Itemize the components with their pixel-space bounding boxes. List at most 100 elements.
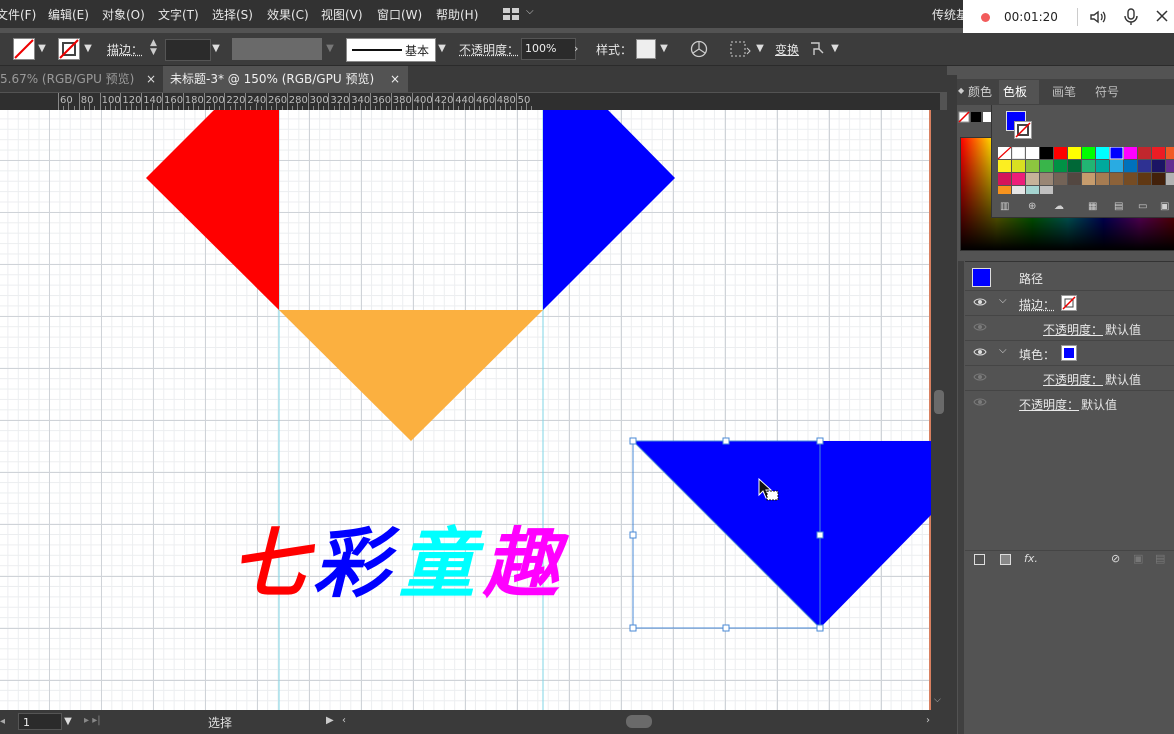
stroke-opacity-label[interactable]: 不透明度： (1043, 321, 1103, 338)
eye-icon[interactable] (973, 297, 987, 307)
dock-collapse-strip[interactable] (947, 75, 957, 734)
recolor-artwork-icon[interactable] (690, 40, 708, 61)
graphic-style-swatch[interactable] (636, 39, 656, 59)
panel-scrollbar[interactable] (958, 261, 964, 734)
stroke-row-label[interactable]: 描边： (1019, 296, 1055, 313)
menu-object[interactable]: 对象(O) (102, 6, 145, 23)
vertical-scrollbar[interactable]: ⌵ (931, 110, 947, 710)
fill-row-label[interactable]: 填色： (1019, 346, 1055, 363)
red-triangle-shape[interactable] (146, 110, 279, 310)
play-icon[interactable]: ▶ (326, 715, 334, 726)
chevron-right-icon[interactable]: › (926, 715, 930, 726)
menu-effect[interactable]: 效果(C) (267, 6, 309, 23)
selection-handle[interactable] (816, 531, 824, 539)
chevron-right-icon[interactable]: › (574, 39, 588, 59)
blue-triangle-shape[interactable] (543, 110, 675, 310)
fill-swatch[interactable] (1061, 345, 1077, 361)
selection-handle[interactable] (722, 437, 730, 445)
new-swatch-icon[interactable]: ▣ (1160, 201, 1169, 212)
selection-handle[interactable] (816, 437, 824, 445)
selected-blue-shape[interactable] (633, 441, 931, 628)
chevron-down-icon[interactable]: ▼ (210, 41, 222, 57)
opacity-input[interactable]: 100% (521, 38, 576, 60)
menu-select[interactable]: 选择(S) (212, 6, 253, 23)
swatch-grid[interactable] (997, 146, 1174, 199)
artwork-layer[interactable] (0, 110, 931, 710)
tab-document-2[interactable]: 未标题-3* @ 150% (RGB/GPU 预览) × (163, 66, 408, 92)
artboard-canvas[interactable]: 七 彩 童 趣 (0, 110, 931, 710)
new-color-group-icon[interactable]: ▭ (1138, 201, 1147, 212)
chevron-left-icon[interactable]: ◂ (0, 716, 5, 727)
add-stroke-icon[interactable] (974, 554, 985, 565)
chevron-left-icon[interactable]: ‹ (342, 715, 346, 726)
speaker-icon[interactable] (1089, 8, 1107, 29)
stroke-label[interactable]: 描边： (107, 41, 143, 58)
selection-handle[interactable] (629, 531, 637, 539)
swatch-kind-icon[interactable]: ⊕ (1028, 201, 1036, 212)
appearance-row-stroke[interactable]: ⌵ 描边： (965, 290, 1174, 315)
delete-item-icon[interactable]: ▤ (1155, 552, 1165, 565)
eye-icon[interactable] (973, 372, 987, 382)
chevron-down-icon[interactable]: ▼ (82, 41, 94, 57)
fill-none-swatch[interactable] (13, 38, 35, 60)
puppet-warp-icon[interactable] (808, 40, 826, 61)
scrollbar-thumb[interactable] (934, 390, 944, 414)
appearance-row-fill[interactable]: ⌵ 填色： (965, 340, 1174, 365)
next-artboard-icon[interactable]: ▸ ▸| (84, 715, 101, 726)
microphone-icon[interactable] (1123, 7, 1139, 30)
chevron-down-icon[interactable]: ⌵ (526, 6, 534, 17)
chevron-down-icon[interactable]: ▼ (324, 41, 336, 57)
chevron-down-icon[interactable]: ⌵ (999, 345, 1007, 356)
fx-icon[interactable]: fx. (1024, 552, 1038, 565)
workspace-grid-icon[interactable] (503, 8, 519, 20)
appearance-row-stroke-opacity[interactable]: 不透明度： 默认值 (965, 315, 1174, 340)
tab-swatches[interactable]: 色板 (999, 80, 1039, 104)
chevron-down-icon[interactable]: ▼ (436, 41, 448, 57)
clear-appearance-icon[interactable]: ⊘ (1111, 552, 1120, 565)
eye-icon[interactable] (973, 322, 987, 332)
brush-stroke-definition[interactable]: 基本 (346, 38, 436, 62)
swatch-libraries-icon[interactable]: ▥ (1000, 201, 1009, 212)
stroke-swatch[interactable] (58, 38, 80, 60)
tab-brushes[interactable]: 画笔 (1052, 80, 1076, 104)
eye-icon[interactable] (973, 347, 987, 357)
selection-handle[interactable] (629, 624, 637, 632)
menu-view[interactable]: 视图(V) (321, 6, 363, 23)
menu-type[interactable]: 文字(T) (158, 6, 199, 23)
duplicate-item-icon[interactable]: ▣ (1133, 552, 1143, 565)
art-text-qicai-tongqu[interactable]: 七 彩 童 趣 (231, 502, 571, 608)
collapse-icon[interactable]: ◆ (958, 86, 964, 95)
chevron-down-icon[interactable]: ▼ (754, 41, 766, 57)
menu-help[interactable]: 帮助(H) (436, 6, 478, 23)
selection-handle[interactable] (816, 624, 824, 632)
stroke-weight-stepper-icon[interactable]: ▲ ▼ (150, 39, 157, 57)
tab-document-1[interactable]: 5.67% (RGB/GPU 预览) × (0, 66, 163, 92)
opacity-label[interactable]: 不透明度： (459, 41, 519, 58)
appearance-row-opacity[interactable]: 不透明度： 默认值 (965, 390, 1174, 415)
stroke-weight-input[interactable] (165, 39, 211, 61)
chevron-down-icon[interactable]: ▼ (62, 714, 74, 730)
chevron-down-icon[interactable]: ⌵ (934, 695, 941, 705)
close-icon[interactable]: × (390, 66, 400, 92)
orange-triangle-shape[interactable] (279, 310, 543, 441)
grid-view-icon[interactable]: ▦ (1088, 201, 1097, 212)
current-stroke-swatch[interactable] (1014, 121, 1032, 139)
horizontal-scrollbar-thumb[interactable] (626, 715, 652, 728)
appearance-row-fill-opacity[interactable]: 不透明度： 默认值 (965, 365, 1174, 390)
transform-label[interactable]: 变换 (775, 41, 799, 58)
variable-width-profile[interactable] (232, 38, 322, 60)
cloud-library-icon[interactable]: ☁ (1054, 201, 1064, 212)
align-grid-icon[interactable] (730, 40, 752, 61)
menu-file[interactable]: 文件(F) (0, 6, 36, 23)
fill-opacity-label[interactable]: 不透明度： (1043, 371, 1103, 388)
close-icon[interactable] (1156, 10, 1168, 25)
add-fill-icon[interactable] (1000, 554, 1011, 565)
stroke-none-swatch[interactable] (1061, 295, 1077, 311)
menu-window[interactable]: 窗口(W) (377, 6, 422, 23)
selection-handle[interactable] (629, 437, 637, 445)
chevron-down-icon[interactable]: ▼ (829, 41, 841, 57)
chevron-down-icon[interactable]: ⌵ (999, 295, 1007, 306)
tab-color[interactable]: 颜色 (968, 80, 992, 104)
swatch-options-icon[interactable]: ▤ (1114, 201, 1123, 212)
menu-edit[interactable]: 编辑(E) (48, 6, 89, 23)
